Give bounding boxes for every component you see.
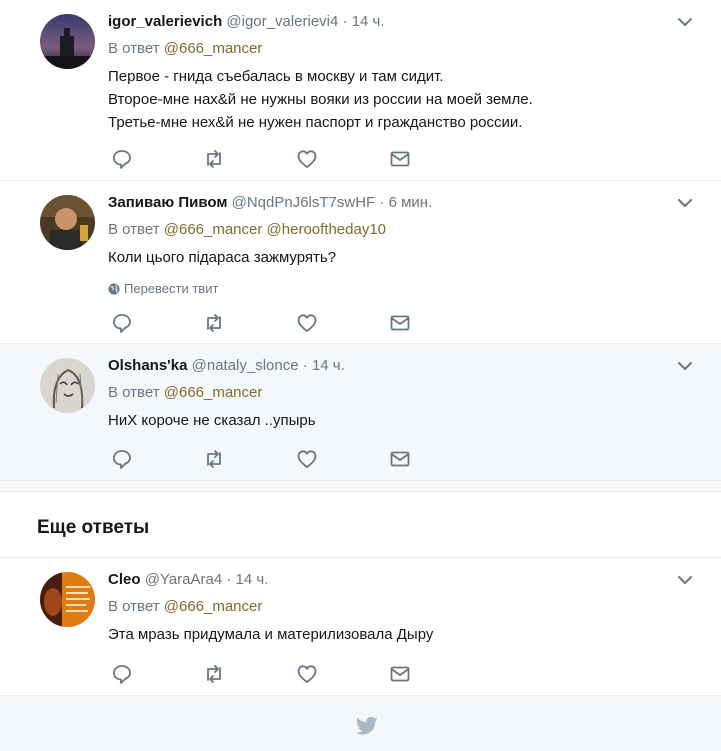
separator-dot: ·: [226, 571, 232, 588]
tweet-text-line: Третье-мне нех&й не нужен паспорт и граж…: [108, 114, 523, 131]
timestamp[interactable]: 14 ч.: [352, 13, 385, 30]
chevron-down-icon[interactable]: [677, 195, 693, 211]
translate-label[interactable]: Перевести твит: [124, 281, 218, 296]
tweet-text: НиХ короче не сказал ..упырь: [108, 409, 681, 432]
tweet-header: Cleo @YaraAra4 · 14 ч.: [108, 570, 681, 590]
direct-message-icon[interactable]: [389, 663, 411, 685]
user-handle[interactable]: @nataly_slonce: [192, 357, 299, 374]
retweet-icon[interactable]: [203, 448, 225, 470]
reply-prefix: В ответ: [108, 598, 160, 615]
tweet-4[interactable]: Cleo @YaraAra4 · 14 ч. В ответ @666_manc…: [0, 558, 721, 695]
section-divider: [0, 480, 721, 492]
reply-mention[interactable]: @666_mancer: [164, 598, 263, 615]
chevron-down-icon[interactable]: [677, 14, 693, 30]
avatar-image: [40, 572, 95, 627]
tweet-text-line: Второе-мне нах&й не нужны вояки из росси…: [108, 91, 533, 108]
tweet-text-line: Эта мразь придумала и материлизовала Дыр…: [108, 626, 434, 643]
like-icon[interactable]: [296, 312, 318, 334]
tweet-text-line: Коли цього підараса зажмурять?: [108, 249, 337, 266]
tweet-3[interactable]: Olshans'ka @nataly_slonce · 14 ч. В отве…: [0, 344, 721, 481]
avatar[interactable]: [40, 14, 95, 69]
reply-prefix: В ответ: [108, 40, 160, 57]
avatar-image: [40, 195, 95, 250]
tweet-text: Первое - гнида съебалась в москву и там …: [108, 65, 681, 134]
reply-icon[interactable]: [111, 663, 133, 685]
display-name[interactable]: Запиваю Пивом: [108, 194, 227, 211]
globe-icon: [108, 283, 120, 294]
user-handle[interactable]: @YaraAra4: [145, 571, 222, 588]
reply-context: В ответ @666_mancer @herooftheday10: [108, 220, 681, 240]
user-handle[interactable]: @igor_valerievi4: [226, 13, 338, 30]
separator-dot: ·: [302, 357, 308, 374]
tweet-1[interactable]: igor_valerievich @igor_valerievi4 · 14 ч…: [0, 0, 721, 181]
chevron-down-icon[interactable]: [677, 572, 693, 588]
separator-dot: ·: [379, 194, 385, 211]
display-name[interactable]: Olshans'ka: [108, 357, 187, 374]
tweet-2[interactable]: Запиваю Пивом @NqdPnJ6lsT7swHF · 6 мин. …: [0, 181, 721, 344]
display-name[interactable]: igor_valerievich: [108, 13, 222, 30]
reply-context: В ответ @666_mancer: [108, 39, 681, 59]
tweet-text-line: НиХ короче не сказал ..упырь: [108, 412, 316, 429]
tweet-actions: [108, 148, 428, 170]
reply-prefix: В ответ: [108, 384, 160, 401]
reply-prefix: В ответ: [108, 221, 160, 238]
reply-context: В ответ @666_mancer: [108, 383, 681, 403]
like-icon[interactable]: [296, 448, 318, 470]
tweet-actions: [108, 312, 428, 334]
retweet-icon[interactable]: [203, 312, 225, 334]
chevron-down-icon[interactable]: [677, 358, 693, 374]
like-icon[interactable]: [296, 663, 318, 685]
timestamp[interactable]: 14 ч.: [312, 357, 345, 374]
reply-context: В ответ @666_mancer: [108, 597, 681, 617]
reply-icon[interactable]: [111, 448, 133, 470]
timeline-footer: [0, 695, 721, 751]
tweet-header: Запиваю Пивом @NqdPnJ6lsT7swHF · 6 мин.: [108, 193, 681, 213]
retweet-icon[interactable]: [203, 663, 225, 685]
separator-dot: ·: [342, 13, 348, 30]
user-handle[interactable]: @NqdPnJ6lsT7swHF: [232, 194, 376, 211]
direct-message-icon[interactable]: [389, 148, 411, 170]
tweet-text: Эта мразь придумала и материлизовала Дыр…: [108, 623, 681, 646]
tweet-text-line: Первое - гнида съебалась в москву и там …: [108, 68, 444, 85]
tweet-actions: [108, 448, 428, 470]
tweet-text: Коли цього підараса зажмурять?: [108, 246, 681, 269]
twitter-bird-icon: [356, 716, 378, 735]
tweet-header: igor_valerievich @igor_valerievi4 · 14 ч…: [108, 12, 681, 32]
timestamp[interactable]: 14 ч.: [236, 571, 269, 588]
display-name[interactable]: Cleo: [108, 571, 141, 588]
retweet-icon[interactable]: [203, 148, 225, 170]
avatar-image: [40, 358, 95, 413]
avatar[interactable]: [40, 195, 95, 250]
reply-mention[interactable]: @666_mancer @herooftheday10: [164, 221, 386, 238]
timestamp[interactable]: 6 мин.: [389, 194, 433, 211]
tweet-actions: [108, 663, 428, 685]
tweet-header: Olshans'ka @nataly_slonce · 14 ч.: [108, 356, 681, 376]
reply-icon[interactable]: [111, 312, 133, 334]
reply-mention[interactable]: @666_mancer: [164, 384, 263, 401]
more-replies-heading: Еще ответы: [37, 517, 150, 538]
reply-icon[interactable]: [111, 148, 133, 170]
direct-message-icon[interactable]: [389, 448, 411, 470]
avatar[interactable]: [40, 572, 95, 627]
translate-tweet-link[interactable]: Перевести твит: [108, 281, 681, 296]
avatar[interactable]: [40, 358, 95, 413]
like-icon[interactable]: [296, 148, 318, 170]
reply-mention[interactable]: @666_mancer: [164, 40, 263, 57]
avatar-image: [40, 14, 95, 69]
direct-message-icon[interactable]: [389, 312, 411, 334]
